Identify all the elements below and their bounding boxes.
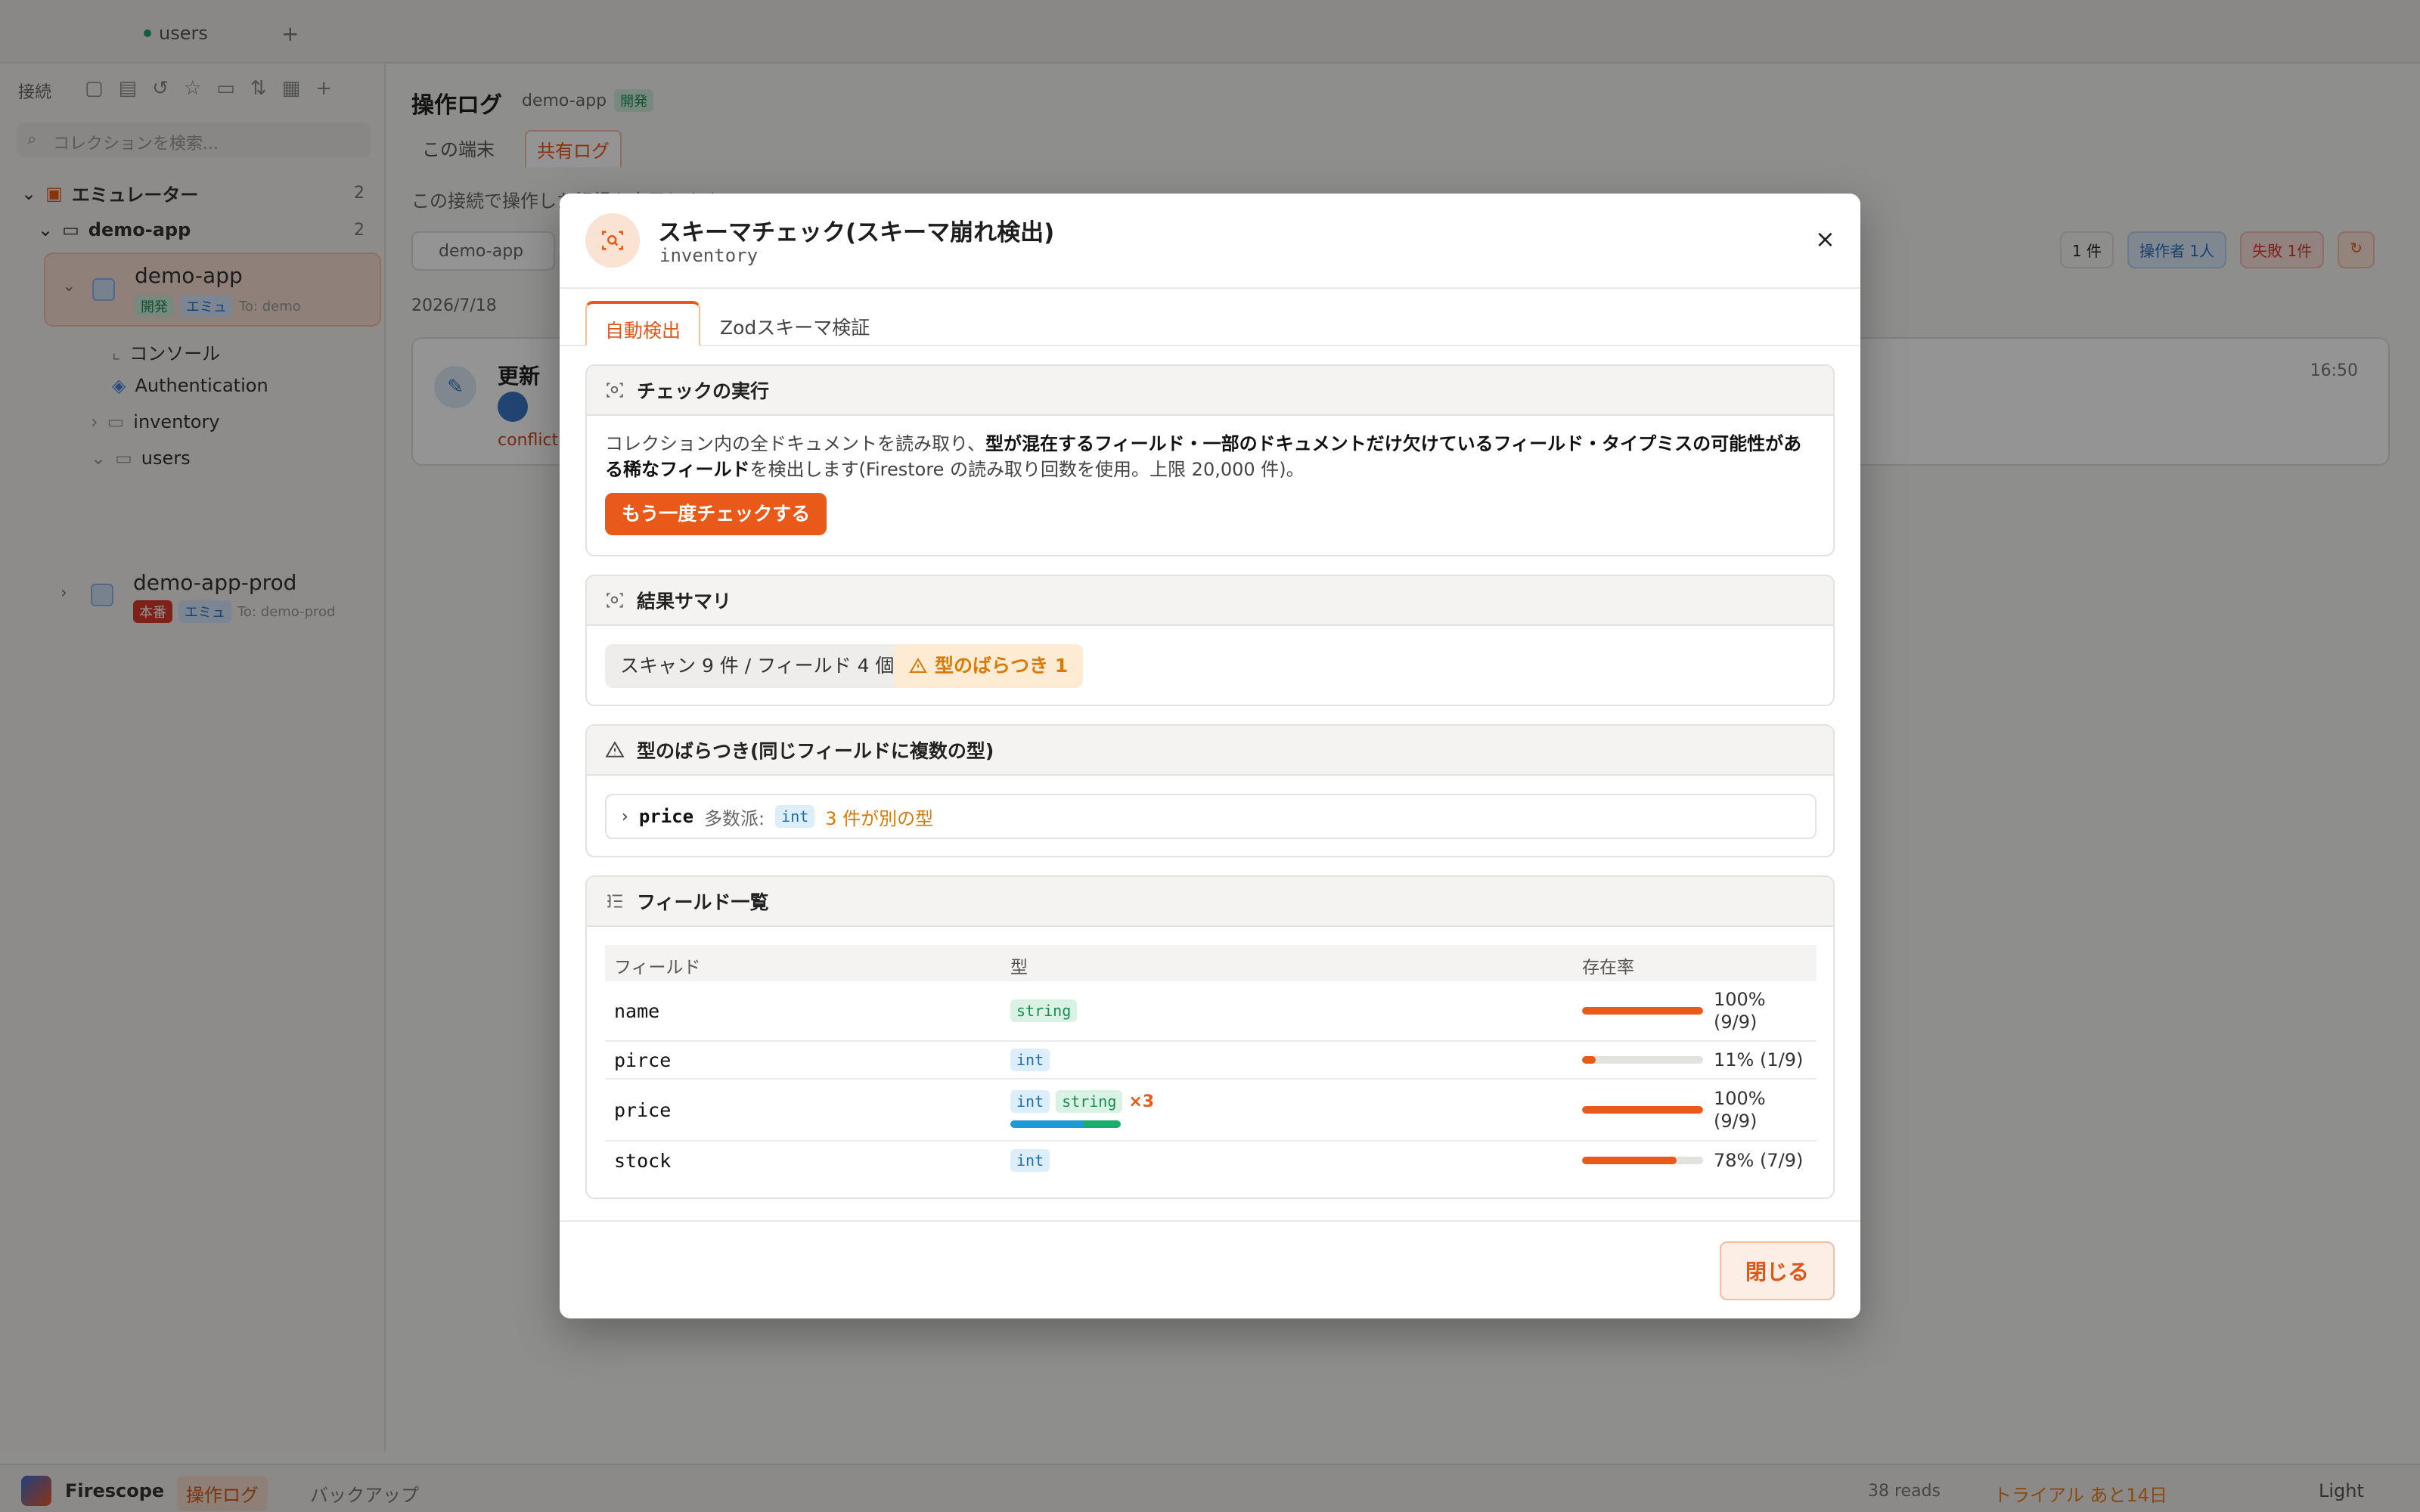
dialog-header: スキーマチェック(スキーマ崩れ検出) inventory ×	[560, 194, 1860, 289]
section-title: チェックの実行	[637, 380, 770, 402]
presence-text: 11% (1/9)	[1714, 1049, 1804, 1070]
presence-rate: 100% (9/9)	[1582, 988, 1812, 1033]
presence-bar	[1582, 1106, 1703, 1114]
table-row: stock int 78% (7/9)	[605, 1142, 1817, 1179]
section-title: フィールド一覧	[637, 891, 769, 913]
majority-type-chip: int	[775, 805, 815, 828]
field-types: int string ×3	[1010, 1090, 1155, 1128]
scan-summary-chip: スキャン 9 件 / フィールド 4 個	[605, 644, 910, 688]
warning-icon	[605, 741, 625, 758]
presence-bar	[1582, 1056, 1703, 1064]
list-icon	[607, 894, 622, 908]
section-header: チェックの実行	[587, 366, 1833, 416]
field-table: フィールド 型 存在率 name string 100% (9/9) pirce	[605, 945, 1817, 1179]
desc-prefix: コレクション内の全ドキュメントを読み取り、	[605, 433, 986, 454]
presence-bar-fill	[1582, 1157, 1677, 1164]
type-variance-section: 型のばらつき(同じフィールドに複数の型) › price 多数派: int 3 …	[585, 724, 1835, 857]
field-name: stock	[614, 1149, 672, 1172]
presence-rate: 11% (1/9)	[1582, 1049, 1820, 1071]
type-chip: int	[1010, 1149, 1050, 1172]
dialog-collection-name: inventory	[659, 245, 759, 266]
type-chip: string	[1056, 1090, 1123, 1113]
variance-field-name: price	[638, 806, 694, 827]
table-row: price int string ×3 100% (9/9)	[605, 1080, 1817, 1142]
field-types: int	[1010, 1149, 1050, 1172]
schema-check-dialog: スキーマチェック(スキーマ崩れ検出) inventory × 自動検出 Zodス…	[560, 194, 1860, 1318]
section-title: 結果サマリ	[637, 590, 732, 612]
tab-auto-detect[interactable]: 自動検出	[585, 301, 701, 346]
variance-row-price[interactable]: › price 多数派: int 3 件が別の型	[605, 794, 1817, 839]
field-list-section: フィールド一覧 フィールド 型 存在率 name string 100% (9/…	[585, 875, 1835, 1199]
chevron-right-icon: ›	[622, 807, 628, 826]
desc-suffix: を検出します(Firestore の読み取り回数を使用。上限 20,000 件)…	[749, 459, 1305, 480]
dialog-title: スキーマチェック(スキーマ崩れ検出)	[658, 219, 1055, 246]
presence-text: 78% (7/9)	[1714, 1150, 1804, 1171]
column-header-rate: 存在率	[1582, 958, 1634, 978]
presence-bar-fill	[1582, 1056, 1596, 1064]
dialog-footer: 閉じる	[560, 1220, 1860, 1318]
field-types: int	[1010, 1049, 1050, 1071]
type-variance-chip[interactable]: 型のばらつき 1	[894, 644, 1084, 688]
presence-rate: 100% (9/9)	[1582, 1087, 1812, 1132]
recheck-button[interactable]: もう一度チェックする	[605, 493, 827, 535]
run-check-section: チェックの実行 コレクション内の全ドキュメントを読み取り、型が混在するフィールド…	[585, 364, 1835, 556]
presence-text: 100% (9/9)	[1714, 1088, 1766, 1132]
section-title: 型のばらつき(同じフィールドに複数の型)	[637, 740, 994, 762]
presence-bar	[1582, 1007, 1703, 1015]
column-header-type: 型	[1010, 958, 1028, 978]
dialog-tabs: 自動検出 Zodスキーマ検証	[560, 289, 1860, 346]
scan-icon	[585, 213, 640, 268]
presence-text: 100% (9/9)	[1714, 989, 1766, 1033]
summary-section: 結果サマリ スキャン 9 件 / フィールド 4 個 型のばらつき 1	[585, 575, 1835, 706]
type-chip: int	[1010, 1090, 1050, 1113]
mixed-count: ×3	[1128, 1092, 1155, 1111]
type-mix-bar	[1010, 1120, 1121, 1128]
scan-icon	[607, 383, 623, 398]
type-chip: int	[1010, 1049, 1050, 1071]
tab-zod-validation[interactable]: Zodスキーマ検証	[702, 301, 888, 346]
section-header: フィールド一覧	[587, 877, 1833, 927]
column-header-field: フィールド	[614, 958, 701, 978]
type-chip: string	[1010, 999, 1078, 1022]
section-header: 型のばらつき(同じフィールドに複数の型)	[587, 726, 1833, 776]
presence-bar-fill	[1582, 1106, 1703, 1114]
presence-rate: 78% (7/9)	[1582, 1149, 1820, 1172]
section-header: 結果サマリ	[587, 576, 1833, 626]
warning-icon	[909, 658, 927, 673]
presence-bar	[1582, 1157, 1703, 1164]
table-row: pirce int 11% (1/9)	[605, 1042, 1817, 1080]
run-check-description: コレクション内の全ドキュメントを読み取り、型が混在するフィールド・一部のドキュメ…	[605, 431, 1807, 482]
field-name: pirce	[614, 1049, 672, 1071]
scan-icon	[607, 593, 623, 608]
type-variance-label: 型のばらつき 1	[935, 655, 1069, 677]
close-button[interactable]: 閉じる	[1720, 1241, 1835, 1300]
field-table-header: フィールド 型 存在率	[605, 945, 1817, 981]
majority-label: 多数派:	[704, 807, 765, 829]
variance-diff-text: 3 件が別の型	[825, 807, 934, 829]
field-types: string	[1010, 999, 1078, 1022]
field-name: name	[614, 999, 660, 1022]
close-icon[interactable]: ×	[1815, 227, 1835, 251]
presence-bar-fill	[1582, 1007, 1703, 1015]
field-name: price	[614, 1098, 672, 1121]
table-row: name string 100% (9/9)	[605, 981, 1817, 1042]
